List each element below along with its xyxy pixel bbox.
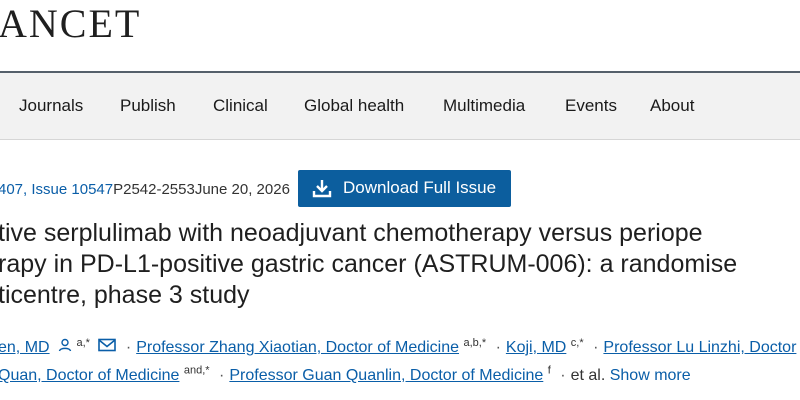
title-line: rapy in PD-L1-positive gastric cancer (A… (0, 250, 738, 278)
author-separator: · (593, 339, 599, 357)
author-row: en, MD a,* · Professor Zhang Xiaotian, Do… (0, 334, 800, 362)
author-link[interactable]: Quan, Doctor of Medicine (0, 367, 179, 384)
affiliation-marker: and,* (183, 364, 210, 377)
author-separator: · (560, 367, 566, 384)
nav-publish[interactable]: Publish (120, 95, 176, 117)
author-row: Quan, Doctor of Medicine and,* · Professo… (0, 362, 800, 390)
nav-events[interactable]: Events (565, 95, 617, 117)
title-line: ticentre, phase 3 study (0, 281, 250, 309)
author-separator: · (125, 339, 132, 357)
download-full-issue-button[interactable]: Download Full Issue (298, 170, 511, 207)
et-al-text: et al. (570, 367, 606, 384)
nav-journals[interactable]: Journals (19, 95, 83, 117)
affiliation-marker: a,b,* (463, 336, 487, 349)
issue-date: June 20, 2026 (194, 181, 290, 198)
main-navigation: Journals Publish Clinical Global health … (0, 73, 800, 139)
show-more-link[interactable]: Show more (610, 367, 691, 384)
author-link[interactable]: Professor Zhang Xiaotian, Doctor of Medi… (136, 339, 459, 356)
nav-divider (0, 139, 800, 140)
author-link[interactable]: Professor Guan Quanlin, Doctor of Medici… (229, 367, 543, 384)
nav-about[interactable]: About (650, 95, 694, 117)
issue-citation: 407, Issue 10547P2542-2553June 20, 2026 (0, 180, 290, 200)
affiliation-marker: a,* (76, 336, 90, 349)
journal-logo[interactable]: ANCET (0, 2, 141, 46)
author-list: en, MD a,* · Professor Zhang Xiaotian, Do… (0, 334, 800, 390)
affiliation-marker: c,* (570, 336, 584, 349)
person-icon[interactable] (58, 334, 72, 362)
author-link[interactable]: en, MD (0, 339, 50, 356)
title-line: tive serplulimab with neoadjuvant chemot… (0, 219, 703, 247)
download-label: Download Full Issue (343, 178, 497, 197)
download-icon (312, 178, 332, 198)
author-link[interactable]: Koji, MD (506, 339, 566, 356)
author-separator: · (219, 367, 225, 384)
author-separator: · (495, 339, 501, 357)
nav-clinical[interactable]: Clinical (213, 95, 268, 117)
article-title: tive serplulimab with neoadjuvant chemot… (0, 218, 800, 311)
issue-link[interactable]: 407, Issue 10547 (0, 181, 113, 198)
nav-multimedia[interactable]: Multimedia (443, 95, 525, 117)
issue-pages: P2542-2553 (113, 181, 195, 198)
nav-global-health[interactable]: Global health (304, 95, 404, 117)
email-icon[interactable] (98, 334, 117, 362)
author-link[interactable]: Professor Lu Linzhi, Doctor (603, 339, 796, 356)
affiliation-marker: f (547, 364, 551, 377)
